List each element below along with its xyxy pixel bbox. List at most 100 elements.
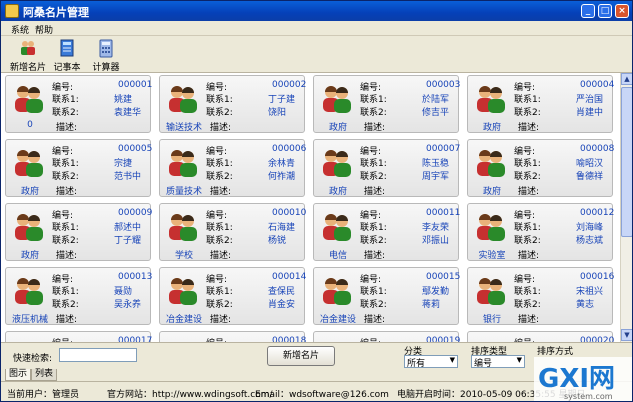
card-contact2-value: 丁子耀 bbox=[114, 236, 142, 246]
notebook-tool-button[interactable]: 记事本 bbox=[46, 38, 88, 73]
scroll-up-button[interactable]: ▲ bbox=[621, 73, 632, 85]
card-id-value: 000013 bbox=[118, 272, 153, 282]
card-desc-label: 描述: bbox=[364, 123, 386, 133]
card-id-value: 000006 bbox=[272, 144, 307, 154]
card-category: 学校 bbox=[174, 251, 193, 261]
card-desc-label: 描述: bbox=[518, 315, 540, 325]
business-card[interactable]: 编号: 000010 联系1: 石海建 联系2: 杨锐 描述: 学校 bbox=[159, 203, 306, 261]
business-card[interactable]: 编号: 000012 联系1: 刘海峰 联系2: 杨志斌 描述: 实验室 bbox=[467, 203, 614, 261]
card-grid: 编号: 000001 联系1: 姚建 联系2: 袁建华 描述: 0 编号: 000002 联系1: 丁… bbox=[1, 73, 632, 342]
business-card[interactable]: 编号: 000001 联系1: 姚建 联系2: 袁建华 描述: 0 bbox=[5, 75, 152, 133]
watermark-text: GXI网 bbox=[538, 364, 615, 394]
sort-type-value: 编号 bbox=[474, 359, 493, 369]
card-category: 输送技术 bbox=[165, 123, 202, 133]
sort-type-select[interactable]: 编号 ▼ bbox=[471, 355, 525, 369]
card-contact1-value: 查保民 bbox=[268, 287, 296, 297]
card-contact2-label: 联系2: bbox=[514, 300, 541, 310]
business-card[interactable]: 编号:000018联系1:联系2:描述: bbox=[159, 331, 306, 342]
card-id-value: 000007 bbox=[426, 144, 461, 154]
card-category: 政府 bbox=[20, 187, 39, 197]
card-id-value: 000002 bbox=[272, 80, 307, 90]
app-logo-icon bbox=[5, 4, 19, 18]
card-contact2-value: 袁建华 bbox=[114, 108, 142, 118]
business-card[interactable]: 编号: 000011 联系1: 李友荣 联系2: 邓振山 描述: 电信 bbox=[313, 203, 460, 261]
card-desc-label: 描述: bbox=[210, 123, 232, 133]
scroll-thumb[interactable] bbox=[621, 87, 632, 237]
card-contact2-label: 联系2: bbox=[52, 236, 79, 246]
card-desc-label: 描述: bbox=[518, 123, 540, 133]
card-category: 政府 bbox=[328, 123, 347, 133]
card-desc-label: 描述: bbox=[364, 251, 386, 261]
people-icon bbox=[477, 150, 505, 177]
business-card[interactable]: 编号: 000005 联系1: 宗捷 联系2: 范书中 描述: 政府 bbox=[5, 139, 152, 197]
vertical-scrollbar[interactable]: ▲ ▼ bbox=[620, 73, 632, 342]
menu-system[interactable]: 系统 bbox=[11, 23, 29, 36]
card-contact2-value: 黄志 bbox=[576, 300, 595, 310]
card-contact2-label: 联系2: bbox=[52, 300, 79, 310]
business-card[interactable]: 编号: 000013 联系1: 聂勋 联系2: 吴永养 描述: 液压机械 bbox=[5, 267, 153, 325]
chevron-down-icon: ▼ bbox=[516, 356, 522, 364]
card-category: 电信 bbox=[328, 251, 347, 261]
tab-graphic[interactable]: 图示 bbox=[5, 369, 32, 381]
business-card[interactable]: 编号:000017联系1:联系2:描述: bbox=[5, 331, 152, 342]
business-card[interactable]: 编号: 000008 联系1: 喻昭汉 联系2: 鲁德祥 描述: 政府 bbox=[467, 139, 614, 197]
card-id-value: 000009 bbox=[118, 208, 153, 218]
menu-help[interactable]: 帮助 bbox=[35, 23, 53, 36]
business-card[interactable]: 编号: 000009 联系1: 郝述中 联系2: 丁子耀 描述: 政府 bbox=[5, 203, 153, 261]
card-contact1-value: 宗捷 bbox=[114, 159, 133, 169]
card-contact1-value: 宋祖兴 bbox=[576, 287, 604, 297]
tab-list[interactable]: 列表 bbox=[31, 369, 58, 381]
search-input[interactable] bbox=[59, 348, 137, 362]
minimize-button[interactable]: _ bbox=[581, 4, 595, 18]
category-select[interactable]: 所有 ▼ bbox=[404, 355, 458, 369]
toolbar: 新增名片 记事本 计算器 bbox=[1, 37, 632, 73]
card-contact1-label: 联系1: bbox=[360, 95, 387, 105]
title-bar[interactable]: 阿桑名片管理 _ □ × bbox=[1, 1, 632, 21]
card-desc-label: 描述: bbox=[56, 251, 78, 261]
card-contact2-value: 范书中 bbox=[114, 172, 142, 182]
card-category: 政府 bbox=[482, 123, 501, 133]
card-contact2-label: 联系2: bbox=[360, 172, 387, 182]
people-icon bbox=[15, 150, 43, 177]
maximize-button[interactable]: □ bbox=[598, 4, 612, 18]
card-desc-label: 描述: bbox=[56, 315, 78, 325]
card-contact1-value: 鄢发勤 bbox=[422, 287, 450, 297]
card-contact2-label: 联系2: bbox=[206, 108, 233, 118]
card-contact1-label: 联系1: bbox=[360, 287, 387, 297]
card-desc-label: 描述: bbox=[56, 187, 78, 197]
add-card-tool-button[interactable]: 新增名片 bbox=[7, 38, 49, 73]
business-card[interactable]: 编号:000020联系1:联系2:描述: bbox=[467, 331, 614, 342]
scroll-down-button[interactable]: ▼ bbox=[621, 329, 632, 341]
calculator-tool-button[interactable]: 计算器 bbox=[85, 38, 127, 73]
watermark-logo: GXI网 system.com bbox=[534, 357, 632, 401]
business-card[interactable]: 编号: 000004 联系1: 严治国 联系2: 肖建中 描述: 政府 bbox=[467, 75, 614, 133]
card-contact1-label: 联系1: bbox=[206, 159, 233, 169]
people-icon bbox=[323, 86, 351, 113]
card-contact2-value: 修吉平 bbox=[422, 108, 450, 118]
card-desc-label: 描述: bbox=[518, 251, 540, 261]
card-contact2-label: 联系2: bbox=[206, 236, 233, 246]
watermark-subtext: system.com bbox=[564, 392, 613, 401]
people-icon bbox=[169, 278, 197, 305]
close-button[interactable]: × bbox=[615, 4, 629, 18]
card-contact2-value: 吴永养 bbox=[114, 300, 142, 310]
business-card[interactable]: 编号: 000014 联系1: 查保民 联系2: 肖金安 描述: 冶金建设 bbox=[159, 267, 306, 325]
window-title: 阿桑名片管理 bbox=[23, 6, 89, 19]
business-card[interactable]: 编号: 000015 联系1: 鄢发勤 联系2: 蒋莉 描述: 冶金建设 bbox=[313, 267, 461, 325]
card-id-value: 000003 bbox=[426, 80, 461, 90]
card-desc-label: 描述: bbox=[518, 187, 540, 197]
business-card[interactable]: 编号: 000016 联系1: 宋祖兴 联系2: 黄志 描述: 银行 bbox=[467, 267, 614, 325]
card-contact2-label: 联系2: bbox=[206, 172, 233, 182]
card-contact2-value: 何祚潮 bbox=[268, 172, 296, 182]
business-card[interactable]: 编号: 000003 联系1: 於陆军 联系2: 修吉平 描述: 政府 bbox=[313, 75, 461, 133]
business-card[interactable]: 编号: 000002 联系1: 丁子建 联系2: 饶阳 描述: 输送技术 bbox=[159, 75, 307, 133]
people-icon bbox=[323, 278, 351, 305]
business-card[interactable]: 编号: 000007 联系1: 陈玉稳 联系2: 周宇军 描述: 政府 bbox=[313, 139, 461, 197]
card-contact1-value: 严治国 bbox=[576, 95, 604, 105]
add-card-button[interactable]: 新增名片 bbox=[267, 346, 335, 366]
business-card[interactable]: 编号:000019联系1:联系2:描述: bbox=[313, 331, 460, 342]
card-contact2-label: 联系2: bbox=[206, 300, 233, 310]
card-id-value: 000015 bbox=[426, 272, 461, 282]
card-contact2-value: 邓振山 bbox=[422, 236, 450, 246]
business-card[interactable]: 编号: 000006 联系1: 余林青 联系2: 何祚潮 描述: 质量技术 bbox=[159, 139, 307, 197]
